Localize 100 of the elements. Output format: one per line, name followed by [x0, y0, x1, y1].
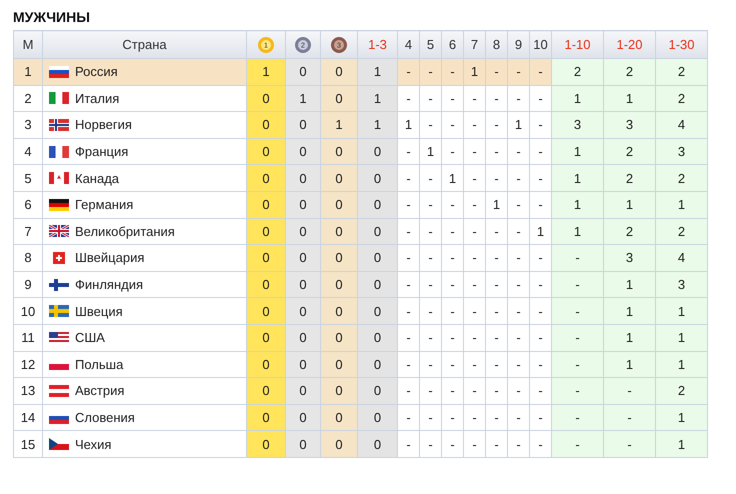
table-cell: 0 — [286, 271, 320, 298]
table-cell: 1 — [656, 324, 708, 352]
table-cell: - — [464, 164, 486, 192]
column-header: 1-30 — [656, 30, 708, 58]
column-header: 1-3 — [358, 30, 398, 58]
table-cell: 0 — [320, 138, 358, 165]
table-cell: - — [442, 430, 464, 458]
table-cell: - — [420, 351, 442, 378]
table-cell: 1 — [464, 58, 486, 86]
country-name: Великобритания — [75, 224, 175, 239]
table-cell: 1 — [604, 324, 656, 352]
country-name: Словения — [75, 410, 135, 426]
table-cell: 1 — [358, 85, 398, 112]
table-cell: 0 — [246, 244, 286, 272]
table-cell: 0 — [246, 430, 286, 458]
table-row[interactable]: 1 Россия 1 0 0 1 - - - 1 - - - 2 2 2 — [14, 58, 708, 86]
table-cell: 0 — [320, 58, 358, 86]
table-cell: - — [464, 298, 486, 324]
table-cell: - — [398, 271, 420, 298]
table-cell: - — [604, 430, 656, 458]
table-cell: - — [464, 324, 486, 352]
table-cell: 0 — [286, 112, 320, 138]
table-row[interactable]: 11 США 0 0 0 0 - - - - - - - - 1 1 — [14, 324, 708, 352]
table-cell: - — [464, 112, 486, 138]
table-cell: 0 — [358, 404, 398, 431]
table-cell: 6 — [14, 191, 42, 218]
column-header: 5 — [420, 30, 442, 58]
table-cell: 1 — [420, 138, 442, 165]
table-cell: 0 — [246, 324, 286, 352]
table-cell: - — [398, 138, 420, 165]
table-cell: 3 — [552, 112, 604, 138]
table-cell: - — [604, 378, 656, 404]
section-title: МУЖЧИНЫ — [12, 8, 91, 27]
table-cell: - — [508, 218, 530, 245]
table-cell: - — [398, 298, 420, 324]
table-cell: 1 — [320, 112, 358, 138]
table-cell: 1 — [552, 138, 604, 165]
flag-icon — [49, 92, 69, 104]
table-cell: - — [464, 430, 486, 458]
table-cell: 0 — [286, 218, 320, 245]
table-cell: - — [464, 191, 486, 218]
table-cell: - — [508, 244, 530, 272]
table-cell: - — [552, 324, 604, 352]
table-cell: - — [552, 351, 604, 378]
table-cell: 0 — [320, 191, 358, 218]
table-row[interactable]: 3 Норвегия 0 0 1 1 1 - - - - 1 - 3 3 4 — [14, 112, 708, 138]
table-cell: 0 — [358, 138, 398, 165]
table-row[interactable]: 7 Великобритания 0 0 0 0 - - - - - - 1 1 2 2 — [14, 218, 708, 245]
table-cell: - — [420, 298, 442, 324]
table-cell: 0 — [320, 85, 358, 112]
table-cell: - — [486, 164, 508, 192]
table-row[interactable]: 15 Чехия 0 0 0 0 - - - - - - - - - 1 — [14, 430, 708, 458]
table-cell: - — [508, 138, 530, 165]
table-cell: - — [508, 58, 530, 86]
flag-icon — [49, 332, 69, 344]
table-cell: 0 — [286, 430, 320, 458]
table-cell: 2 — [656, 164, 708, 192]
flag-icon — [49, 66, 69, 78]
flag-icon — [49, 172, 69, 184]
table-cell: 2 — [604, 138, 656, 165]
table-cell: 0 — [286, 138, 320, 165]
table-cell: 15 — [14, 430, 42, 458]
table-cell: - — [398, 58, 420, 86]
table-cell: 1 — [552, 191, 604, 218]
table-row[interactable]: 13 Австрия 0 0 0 0 - - - - - - - - - 2 — [14, 378, 708, 404]
table-cell: 2 — [14, 85, 42, 112]
table-cell: - — [442, 271, 464, 298]
table-cell: 0 — [286, 378, 320, 404]
country-name: Норвегия — [75, 117, 132, 132]
table-cell: - — [442, 191, 464, 218]
country-name: Австрия — [75, 383, 124, 398]
table-cell: 1 — [398, 112, 420, 138]
table-row[interactable]: 6 Германия 0 0 0 0 - - - - 1 - - 1 1 1 — [14, 191, 708, 218]
table-row[interactable]: 12 Польша 0 0 0 0 - - - - - - - - 1 1 — [14, 351, 708, 378]
table-cell: 0 — [358, 378, 398, 404]
table-cell: 0 — [286, 244, 320, 272]
table-cell: 0 — [246, 191, 286, 218]
table-row[interactable]: 10 Швеция 0 0 0 0 - - - - - - - - 1 1 — [14, 298, 708, 324]
table-row[interactable]: 9 Финляндия 0 0 0 0 - - - - - - - - 1 3 — [14, 271, 708, 298]
table-cell: 7 — [14, 218, 42, 245]
table-row[interactable]: 2 Италия 0 1 0 1 - - - - - - - 1 1 2 — [14, 85, 708, 112]
table-cell: - — [552, 404, 604, 431]
table-cell: 0 — [246, 138, 286, 165]
table-cell: 1 — [552, 218, 604, 245]
table-cell: - — [464, 404, 486, 431]
table-cell: 1 — [486, 191, 508, 218]
table-cell: 0 — [286, 324, 320, 352]
table-row[interactable]: 5 Канада 0 0 0 0 - - 1 - - - - 1 2 2 — [14, 164, 708, 192]
table-cell: 10 — [14, 298, 42, 324]
table-cell: - — [486, 218, 508, 245]
table-row[interactable]: 8 Швейцария 0 0 0 0 - - - - - - - - 3 4 — [14, 244, 708, 272]
table-cell: - — [420, 58, 442, 86]
table-row[interactable]: 14 Словения 0 0 0 0 - - - - - - - - - 1 — [14, 404, 708, 431]
table-row[interactable]: 4 Франция 0 0 0 0 - 1 - - - - - 1 2 3 — [14, 138, 708, 165]
flag-icon — [49, 198, 69, 211]
table-cell: - — [398, 378, 420, 404]
table-cell: 2 — [656, 58, 708, 86]
table-cell: 0 — [246, 404, 286, 431]
table-cell: 1 — [442, 164, 464, 192]
table-cell: 0 — [358, 164, 398, 192]
